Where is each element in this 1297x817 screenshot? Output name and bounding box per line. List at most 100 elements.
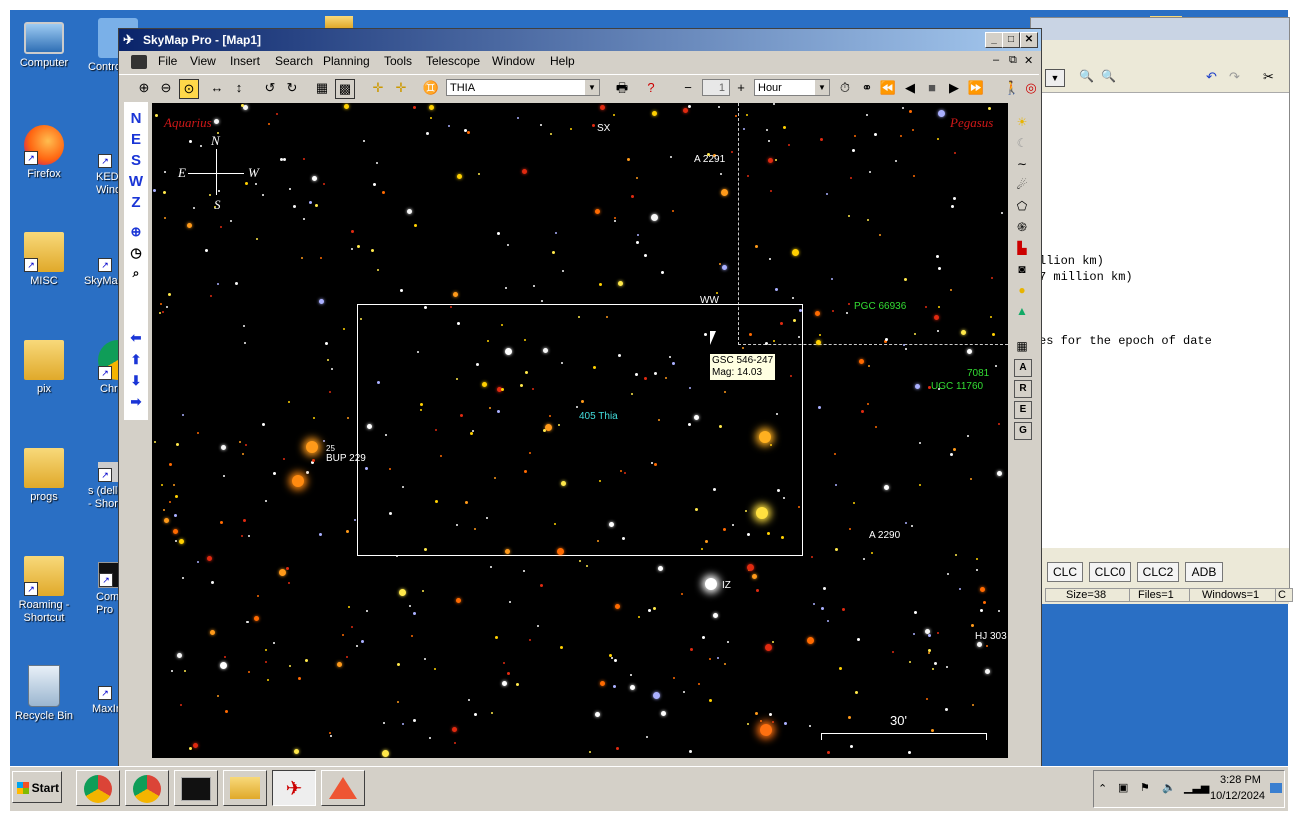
zoom-icon[interactable]: 🔍 bbox=[1101, 69, 1117, 85]
object-label-a2290[interactable]: A 2290 bbox=[869, 530, 900, 541]
object-label-ww[interactable]: WW bbox=[700, 295, 719, 306]
desktop-icon-progs[interactable]: progs bbox=[10, 448, 82, 504]
comet-icon[interactable]: ☄ bbox=[1014, 177, 1030, 193]
object-label-7081[interactable]: 7081 bbox=[967, 368, 989, 379]
label-g-icon[interactable]: G bbox=[1014, 422, 1032, 440]
object-label-hj303[interactable]: HJ 303 bbox=[975, 631, 1007, 642]
menu-help[interactable]: Help bbox=[550, 54, 575, 68]
label-a-icon[interactable]: A bbox=[1014, 359, 1032, 377]
label-r-icon[interactable]: R bbox=[1014, 380, 1032, 398]
stop-icon[interactable]: ■ bbox=[923, 79, 941, 97]
menu-search[interactable]: Search bbox=[275, 54, 313, 68]
menu-telescope[interactable]: Telescope bbox=[426, 54, 480, 68]
background-window-titlebar[interactable] bbox=[1031, 18, 1289, 40]
mdi-close-button[interactable]: ✕ bbox=[1024, 54, 1033, 67]
object-combo[interactable]: THIA ▼ bbox=[446, 79, 600, 96]
object-label-sx[interactable]: SX bbox=[597, 123, 610, 134]
close-button[interactable]: ✕ bbox=[1020, 32, 1038, 48]
camera-icon[interactable]: ◙ bbox=[1014, 261, 1030, 277]
step-forward-icon[interactable]: ▶ bbox=[945, 79, 963, 97]
clock-time[interactable]: 3:28 PM bbox=[1220, 774, 1261, 786]
object-label-25[interactable]: 25 bbox=[326, 444, 335, 453]
rewind-icon[interactable]: ⏪ bbox=[879, 79, 897, 97]
globe-icon[interactable]: ⊕ bbox=[124, 224, 148, 240]
clc2-button[interactable]: CLC2 bbox=[1137, 562, 1179, 582]
maximize-button[interactable]: □ bbox=[1002, 32, 1020, 48]
mdi-restore-button[interactable]: ⧉ bbox=[1009, 54, 1017, 67]
cut-icon[interactable]: ✂ bbox=[1263, 69, 1279, 85]
taskbar-command-prompt[interactable] bbox=[174, 770, 218, 806]
volume-icon[interactable]: 🔈 bbox=[1162, 781, 1176, 794]
start-button[interactable]: Start bbox=[12, 771, 62, 803]
sun-icon[interactable]: ☀ bbox=[1014, 114, 1030, 130]
minus-icon[interactable]: − bbox=[679, 79, 697, 97]
grid-icon[interactable]: ▦ bbox=[313, 79, 331, 97]
grid-fine-icon[interactable]: ▩ bbox=[335, 79, 355, 99]
help-pointer-icon[interactable]: ? bbox=[642, 79, 660, 97]
redo-icon[interactable]: ↷ bbox=[1229, 69, 1245, 85]
desktop-icon-firefox[interactable]: ↗ Firefox bbox=[10, 125, 82, 181]
chevron-down-icon[interactable]: ▼ bbox=[585, 80, 599, 95]
desktop-icon-misc[interactable]: ↗ MISC bbox=[10, 232, 82, 288]
skymap-window[interactable]: ✈ SkyMap Pro - [Map1] _ □ ✕ File View In… bbox=[118, 28, 1042, 770]
galaxy-icon[interactable]: ֍ bbox=[1014, 219, 1030, 235]
taskbar-chrome-1[interactable] bbox=[76, 770, 120, 806]
mdi-minimize-button[interactable]: – bbox=[993, 54, 999, 66]
desktop-icon-pix[interactable]: pix bbox=[10, 340, 82, 396]
step-back-icon[interactable]: ◀ bbox=[901, 79, 919, 97]
window-titlebar[interactable]: ✈ SkyMap Pro - [Map1] _ □ ✕ bbox=[119, 29, 1041, 51]
center-icon[interactable]: ✛ bbox=[369, 79, 387, 97]
object-label-pgc66936[interactable]: PGC 66936 bbox=[854, 301, 906, 312]
zoom-in-icon[interactable]: ⊕ bbox=[135, 79, 153, 97]
clock-icon[interactable]: ◷ bbox=[124, 245, 148, 261]
rotate-right-icon[interactable]: ↻ bbox=[283, 79, 301, 97]
clock-date[interactable]: 10/12/2024 bbox=[1210, 790, 1265, 802]
clc0-button[interactable]: CLC0 bbox=[1089, 562, 1131, 582]
show-desktop-icon[interactable] bbox=[1270, 783, 1282, 793]
search-icon[interactable]: ⌕ bbox=[124, 266, 148, 281]
zoom-out-icon[interactable]: ⊖ bbox=[157, 79, 175, 97]
menu-tools[interactable]: Tools bbox=[384, 54, 412, 68]
object-label-bup229[interactable]: BUP 229 bbox=[326, 453, 366, 464]
label-e-icon[interactable]: E bbox=[1014, 401, 1032, 419]
arrow-left-icon[interactable]: ⬅ bbox=[124, 330, 148, 346]
menu-file[interactable]: File bbox=[158, 54, 177, 68]
tray-expand-icon[interactable]: ⌃ bbox=[1098, 782, 1107, 795]
arrow-up-icon[interactable]: ⬆ bbox=[124, 352, 148, 368]
star-map[interactable]: Aquarius Pegasus N S E W SX A 2291 WW PG… bbox=[152, 103, 1008, 758]
walker-icon[interactable]: 🚶 bbox=[1003, 79, 1021, 97]
grid-icon[interactable]: ▦ bbox=[1014, 338, 1030, 354]
menu-insert[interactable]: Insert bbox=[230, 54, 260, 68]
zoom-box-icon[interactable]: ⊙ bbox=[179, 79, 199, 99]
object-label-a2291[interactable]: A 2291 bbox=[694, 154, 725, 165]
minimize-button[interactable]: _ bbox=[985, 32, 1003, 48]
object-label-ugc11760[interactable]: UGC 11760 bbox=[931, 381, 983, 392]
time-unit-combo[interactable]: Hour ▼ bbox=[754, 79, 830, 96]
folder-icon[interactable] bbox=[325, 16, 353, 28]
step-field[interactable]: 1 bbox=[702, 79, 730, 96]
menu-planning[interactable]: Planning bbox=[323, 54, 370, 68]
link-icon[interactable]: ⚭ bbox=[858, 79, 876, 97]
shapes-icon[interactable]: ▲ bbox=[1014, 303, 1030, 319]
milky-way-icon[interactable]: ∼ bbox=[1014, 156, 1030, 172]
view-east-button[interactable]: E bbox=[124, 131, 148, 148]
view-west-button[interactable]: W bbox=[124, 173, 148, 190]
menu-window[interactable]: Window bbox=[492, 54, 535, 68]
object-label-thia[interactable]: 405 Thia bbox=[579, 411, 618, 422]
taskbar-skymap[interactable]: ✈ bbox=[272, 770, 316, 806]
desktop-icon-computer[interactable]: Computer bbox=[10, 18, 82, 70]
desktop-icon-recycle-bin[interactable]: Recycle Bin bbox=[10, 665, 82, 723]
print-icon[interactable]: 🖶 bbox=[613, 79, 631, 97]
view-north-button[interactable]: N bbox=[124, 110, 148, 127]
fast-forward-icon[interactable]: ⏩ bbox=[967, 79, 985, 97]
asteroid-icon[interactable]: ⬠ bbox=[1014, 198, 1030, 214]
network-icon[interactable]: ▁▃▅ bbox=[1184, 781, 1209, 794]
app-menu-icon[interactable] bbox=[131, 55, 147, 69]
taskbar-app[interactable] bbox=[321, 770, 365, 806]
background-window[interactable]: ▼ 🔍 🔍 ↶ ↷ ✂ llion km) 7 million km) es f… bbox=[1030, 17, 1293, 604]
taskbar-explorer[interactable] bbox=[223, 770, 267, 806]
zoom-icon[interactable]: 🔍 bbox=[1079, 69, 1095, 85]
arrow-right-icon[interactable]: ➡ bbox=[124, 394, 148, 410]
tray-device-icon[interactable]: ▣ bbox=[1118, 781, 1128, 794]
target-icon[interactable]: ◎ bbox=[1022, 79, 1040, 97]
